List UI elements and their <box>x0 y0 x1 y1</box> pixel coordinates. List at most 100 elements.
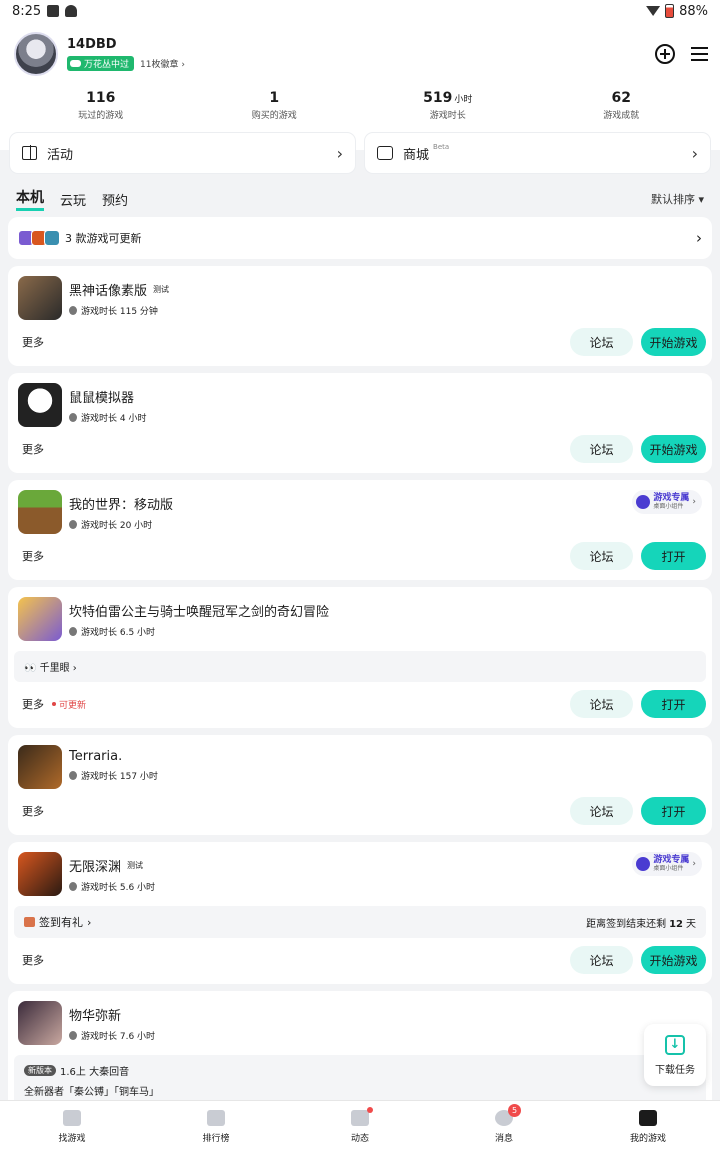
checkin-row[interactable]: 签到有礼 › 距离签到结束还剩 12 天 <box>14 906 706 938</box>
widget-tag[interactable]: 游戏专属 桌面小组件 › <box>632 490 702 514</box>
message-badge: 5 <box>508 1103 521 1117</box>
updates-banner[interactable]: 3 款游戏可更新 › <box>8 217 712 259</box>
badge-count-link[interactable]: 11枚徽章 › <box>140 57 185 70</box>
widget-subtitle: 桌面小组件 <box>653 503 684 510</box>
status-time: 8:25 <box>12 3 42 19</box>
game-title[interactable]: 坎特伯雷公主与骑士唤醒冠军之剑的奇幻冒险 <box>69 601 329 620</box>
more-button[interactable]: 更多 <box>22 803 44 819</box>
profile-header: 14DBD 万花丛中过 11枚徽章 › 116 玩过的游戏 1 购买的游戏 519 小… <box>0 22 720 127</box>
tab-reserve[interactable]: 预约 <box>102 190 128 209</box>
store-label: 商城 <box>403 147 430 163</box>
download-tasks-button[interactable]: 下载任务 <box>644 1024 706 1086</box>
stats-row: 116 玩过的游戏 1 购买的游戏 519 小时 游戏时长 62 游戏成就 <box>14 80 708 127</box>
play-button[interactable]: 开始游戏 <box>641 328 706 356</box>
ranking-icon <box>207 1109 225 1126</box>
open-button[interactable]: 打开 <box>641 797 706 825</box>
activity-button[interactable]: 活动 › <box>10 133 355 173</box>
more-button[interactable]: 更多 <box>22 548 44 564</box>
game-icon[interactable] <box>18 852 62 896</box>
play-button[interactable]: 开始游戏 <box>641 946 706 974</box>
forum-button[interactable]: 论坛 <box>570 797 633 825</box>
open-button[interactable]: 打开 <box>641 690 706 718</box>
game-title[interactable]: Terraria. <box>69 749 122 764</box>
nav-my-games[interactable]: 我的游戏 <box>576 1101 720 1152</box>
chevron-right-icon: › <box>692 859 696 869</box>
chevron-right-icon: › <box>692 497 696 507</box>
game-title[interactable]: 鼠鼠模拟器 <box>69 387 134 406</box>
battery-level: 88% <box>679 3 708 19</box>
game-title[interactable]: 物华弥新 <box>69 1005 121 1024</box>
eye-feature-row[interactable]: 👀 千里眼 › <box>14 651 706 682</box>
forum-button[interactable]: 论坛 <box>570 946 633 974</box>
update-available-tag[interactable]: 可更新 <box>52 698 86 711</box>
chevron-right-icon: › <box>696 229 702 247</box>
store-button[interactable]: 商城 Beta › <box>365 133 710 173</box>
my-games-icon <box>639 1109 657 1126</box>
forum-button[interactable]: 论坛 <box>570 542 633 570</box>
play-time: 游戏时长 6.5 小时 <box>81 628 156 638</box>
play-time: 游戏时长 4 小时 <box>81 414 147 424</box>
clock-icon <box>69 1031 77 1040</box>
stat-purchased[interactable]: 1 购买的游戏 <box>188 90 362 121</box>
game-tabs: 本机 云玩 预约 默认排序 ▾ <box>0 173 720 217</box>
play-time: 游戏时长 7.6 小时 <box>81 1032 156 1042</box>
battery-icon <box>665 4 675 18</box>
game-icon[interactable] <box>18 383 62 427</box>
open-button[interactable]: 打开 <box>641 542 706 570</box>
add-icon[interactable] <box>655 44 675 64</box>
username[interactable]: 14DBD <box>67 37 655 52</box>
stat-playtime[interactable]: 519 小时 游戏时长 <box>361 90 535 121</box>
widget-title: 游戏专属 <box>653 493 690 503</box>
checkin-remaining: 距离签到结束还剩 12 天 <box>586 918 696 930</box>
avatar[interactable] <box>14 32 58 76</box>
profile-tag[interactable]: 万花丛中过 <box>67 56 135 71</box>
tab-local[interactable]: 本机 <box>16 187 44 211</box>
widget-title: 游戏专属 <box>653 855 690 865</box>
game-icon[interactable] <box>18 1001 62 1045</box>
game-icon[interactable] <box>18 745 62 789</box>
game-title[interactable]: 无限深渊 <box>69 856 121 875</box>
chevron-right-icon: › <box>87 915 92 929</box>
checkin-title: 签到有礼 <box>39 916 83 929</box>
message-icon: 5 <box>495 1103 521 1126</box>
unread-dot <box>367 1106 373 1113</box>
clock-icon <box>69 520 77 529</box>
nav-ranking[interactable]: 排行榜 <box>144 1101 288 1152</box>
more-button[interactable]: 更多 <box>22 441 44 457</box>
status-bar: 8:25 88% <box>0 0 720 22</box>
tab-cloud[interactable]: 云玩 <box>60 190 86 209</box>
game-title[interactable]: 我的世界：移动版 <box>69 494 173 513</box>
profile-tag-label: 万花丛中过 <box>84 60 130 70</box>
forum-button[interactable]: 论坛 <box>570 328 633 356</box>
more-button[interactable]: 更多 <box>22 334 44 350</box>
menu-icon[interactable] <box>691 47 708 61</box>
activity-label: 活动 <box>47 147 74 163</box>
game-icon[interactable] <box>18 490 62 534</box>
find-game-icon <box>63 1109 81 1126</box>
play-button[interactable]: 开始游戏 <box>641 435 706 463</box>
game-icon[interactable] <box>18 276 62 320</box>
play-time: 游戏时长 157 小时 <box>81 772 158 782</box>
game-title[interactable]: 黑神话像素版 <box>69 280 147 299</box>
game-icon[interactable] <box>18 597 62 641</box>
version-row[interactable]: 新版本 1.6上 大秦回音 全新器者「秦公镈」「铜车马」 <box>14 1055 706 1106</box>
gift-icon <box>24 917 35 927</box>
game-card: Terraria. 游戏时长 157 小时 更多 论坛 打开 <box>8 735 712 835</box>
more-button[interactable]: 更多 <box>22 696 44 712</box>
gallery-icon <box>47 5 60 17</box>
stat-achievements[interactable]: 62 游戏成就 <box>535 90 709 121</box>
play-time: 游戏时长 5.6 小时 <box>81 883 156 893</box>
nav-feed[interactable]: 动态 <box>288 1101 432 1152</box>
version-title: 1.6上 大秦回音 <box>60 1067 130 1078</box>
nav-messages[interactable]: 5 消息 <box>432 1101 576 1152</box>
more-button[interactable]: 更多 <box>22 952 44 968</box>
forum-button[interactable]: 论坛 <box>570 435 633 463</box>
nav-find-game[interactable]: 找游戏 <box>0 1101 144 1152</box>
sort-dropdown[interactable]: 默认排序 ▾ <box>651 191 704 207</box>
eye-feature-label: 👀 千里眼 › <box>24 663 77 674</box>
stat-played[interactable]: 116 玩过的游戏 <box>14 90 188 121</box>
nav-label: 找游戏 <box>58 1133 86 1144</box>
chevron-right-icon: › <box>336 143 343 163</box>
forum-button[interactable]: 论坛 <box>570 690 633 718</box>
widget-tag[interactable]: 游戏专属 桌面小组件 › <box>632 852 702 876</box>
